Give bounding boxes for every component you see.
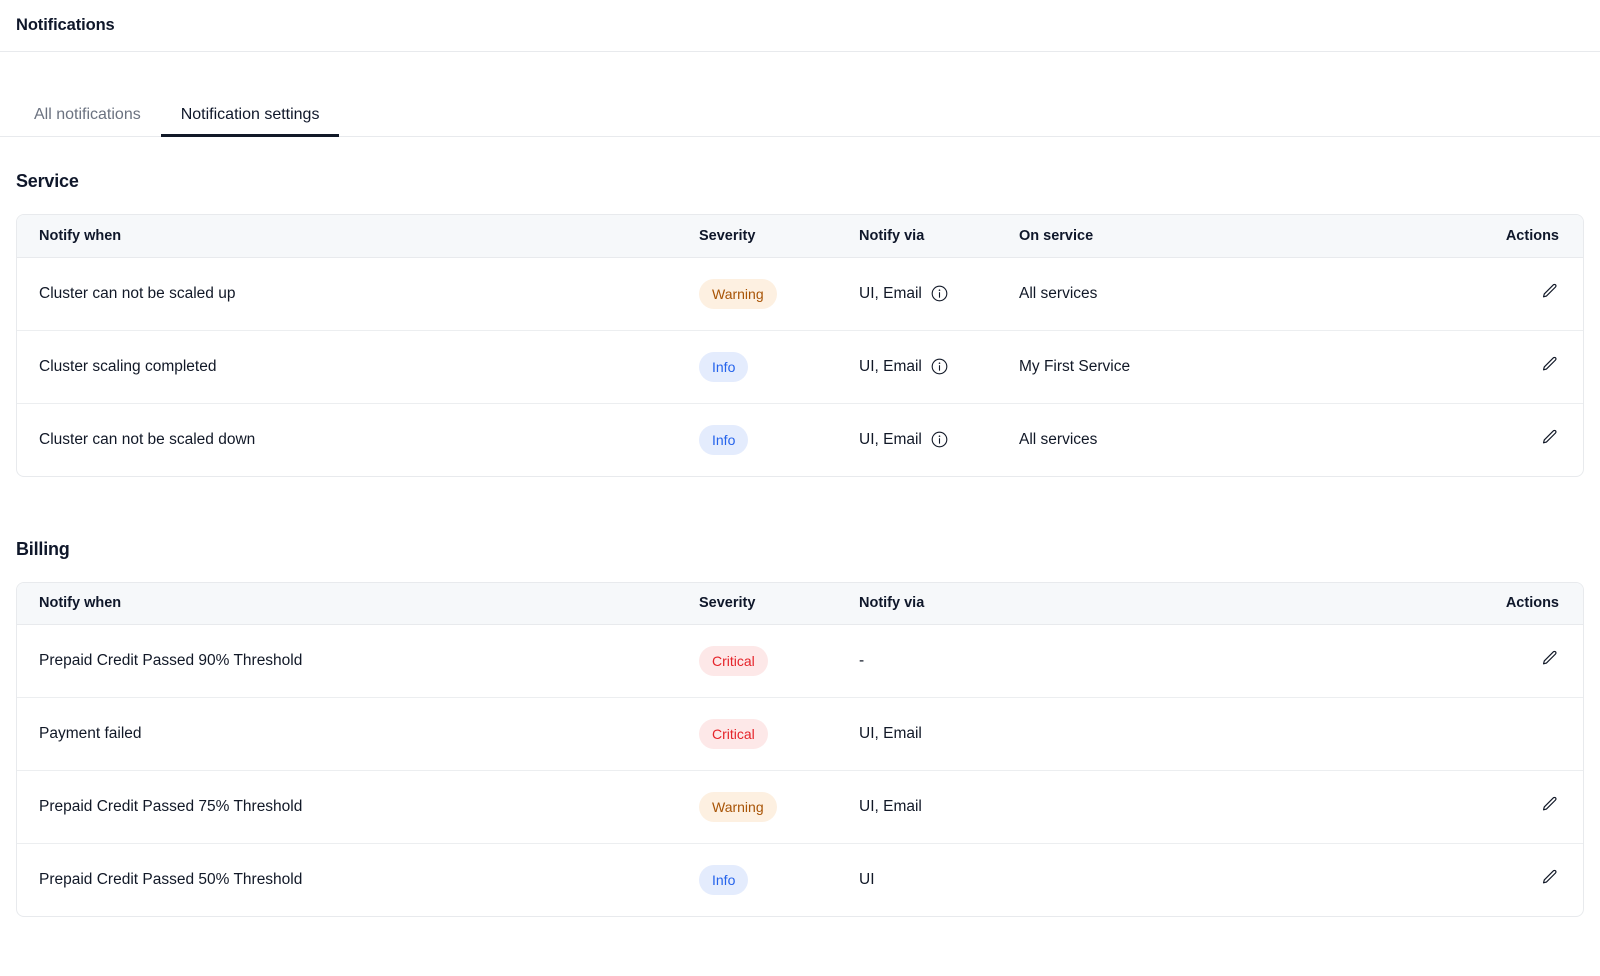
cell-notify-when: Prepaid Credit Passed 50% Threshold [17,844,677,917]
cell-on-service: All services [997,403,1457,476]
edit-button[interactable] [1540,649,1559,668]
severity-badge: Info [699,425,748,455]
page-title: Notifications [16,16,115,35]
cell-notify-via: UI, Email [837,257,997,330]
column-header-notify-when: Notify when [17,583,677,625]
cell-notify-via: UI, Email [837,698,1457,771]
table-row: Payment failed Critical UI, Email [17,698,1584,771]
column-header-on-service: On service [997,215,1457,257]
billing-table-body: Prepaid Credit Passed 90% Threshold Criti… [17,625,1584,917]
cell-notify-via: - [837,625,1457,698]
cell-notify-when: Cluster can not be scaled up [17,257,677,330]
tab-list: All notifications Notification settings [16,107,339,136]
edit-pencil-icon [1540,649,1559,668]
column-header-severity: Severity [677,583,837,625]
column-header-actions: Actions [1457,583,1584,625]
section-title-service: Service [16,171,1584,192]
edit-button[interactable] [1540,795,1559,814]
info-icon[interactable] [931,431,948,448]
severity-badge: Critical [699,719,768,749]
table-row: Prepaid Credit Passed 50% Threshold Info U… [17,844,1584,917]
table-row: Prepaid Credit Passed 75% Threshold Warni… [17,771,1584,844]
column-header-severity: Severity [677,215,837,257]
cell-actions [1457,844,1584,917]
table-row: Cluster can not be scaled up Warning UI, E… [17,257,1584,330]
cell-notify-when: Cluster scaling completed [17,330,677,403]
cell-severity: Info [677,844,837,917]
severity-badge: Warning [699,792,777,822]
cell-actions [1457,257,1584,330]
cell-notify-via: UI, Email [837,403,997,476]
edit-pencil-icon [1540,282,1559,301]
cell-actions [1457,330,1584,403]
severity-badge: Warning [699,279,777,309]
cell-actions [1457,625,1584,698]
cell-on-service: All services [997,257,1457,330]
edit-pencil-icon [1540,795,1559,814]
cell-on-service: My First Service [997,330,1457,403]
section-billing: Billing Notify when Severity Notify via … [0,539,1600,918]
cell-notify-when: Prepaid Credit Passed 90% Threshold [17,625,677,698]
section-title-billing: Billing [16,539,1584,560]
column-header-actions: Actions [1457,215,1584,257]
column-header-notify-via: Notify via [837,215,997,257]
cell-severity: Info [677,330,837,403]
notify-via-text: UI, Email [859,725,922,743]
table-header-row: Notify when Severity Notify via Actions [17,583,1584,625]
notify-via-text: UI, Email [859,431,922,449]
notify-via-text: UI, Email [859,798,922,816]
service-notifications-table: Notify when Severity Notify via On servi… [16,214,1584,477]
edit-pencil-icon [1540,428,1559,447]
column-header-notify-via: Notify via [837,583,1457,625]
cell-severity: Warning [677,257,837,330]
tab-notification-settings[interactable]: Notification settings [161,107,340,136]
cell-notify-via: UI, Email [837,771,1457,844]
tab-bar: All notifications Notification settings [0,52,1600,137]
cell-notify-when: Prepaid Credit Passed 75% Threshold [17,771,677,844]
tab-all-notifications[interactable]: All notifications [16,107,161,136]
cell-notify-via: UI, Email [837,330,997,403]
edit-button[interactable] [1540,428,1559,447]
table-row: Prepaid Credit Passed 90% Threshold Criti… [17,625,1584,698]
cell-actions [1457,403,1584,476]
cell-severity: Critical [677,625,837,698]
cell-notify-when: Payment failed [17,698,677,771]
severity-badge: Info [699,865,748,895]
page-header: Notifications [0,0,1600,52]
section-service: Service Notify when Severity Notify via … [0,171,1600,477]
edit-button[interactable] [1540,282,1559,301]
notify-via-text: UI, Email [859,358,922,376]
cell-notify-via: UI [837,844,1457,917]
table-header-row: Notify when Severity Notify via On servi… [17,215,1584,257]
info-icon[interactable] [931,285,948,302]
cell-severity: Warning [677,771,837,844]
notify-via-text: UI, Email [859,285,922,303]
edit-button[interactable] [1540,355,1559,374]
billing-notifications-table: Notify when Severity Notify via Actions … [16,582,1584,918]
cell-notify-when: Cluster can not be scaled down [17,403,677,476]
service-table-body: Cluster can not be scaled up Warning UI, E… [17,257,1584,476]
notify-via-text: UI [859,871,875,889]
cell-severity: Critical [677,698,837,771]
edit-pencil-icon [1540,868,1559,887]
edit-button[interactable] [1540,868,1559,887]
severity-badge: Info [699,352,748,382]
info-icon[interactable] [931,358,948,375]
edit-pencil-icon [1540,355,1559,374]
column-header-notify-when: Notify when [17,215,677,257]
notify-via-text: - [859,652,864,670]
cell-actions [1457,698,1584,771]
table-row: Cluster scaling completed Info UI, Email My… [17,330,1584,403]
severity-badge: Critical [699,646,768,676]
table-row: Cluster can not be scaled down Info UI, Em… [17,403,1584,476]
section-spacer [0,477,1600,539]
cell-severity: Info [677,403,837,476]
cell-actions [1457,771,1584,844]
